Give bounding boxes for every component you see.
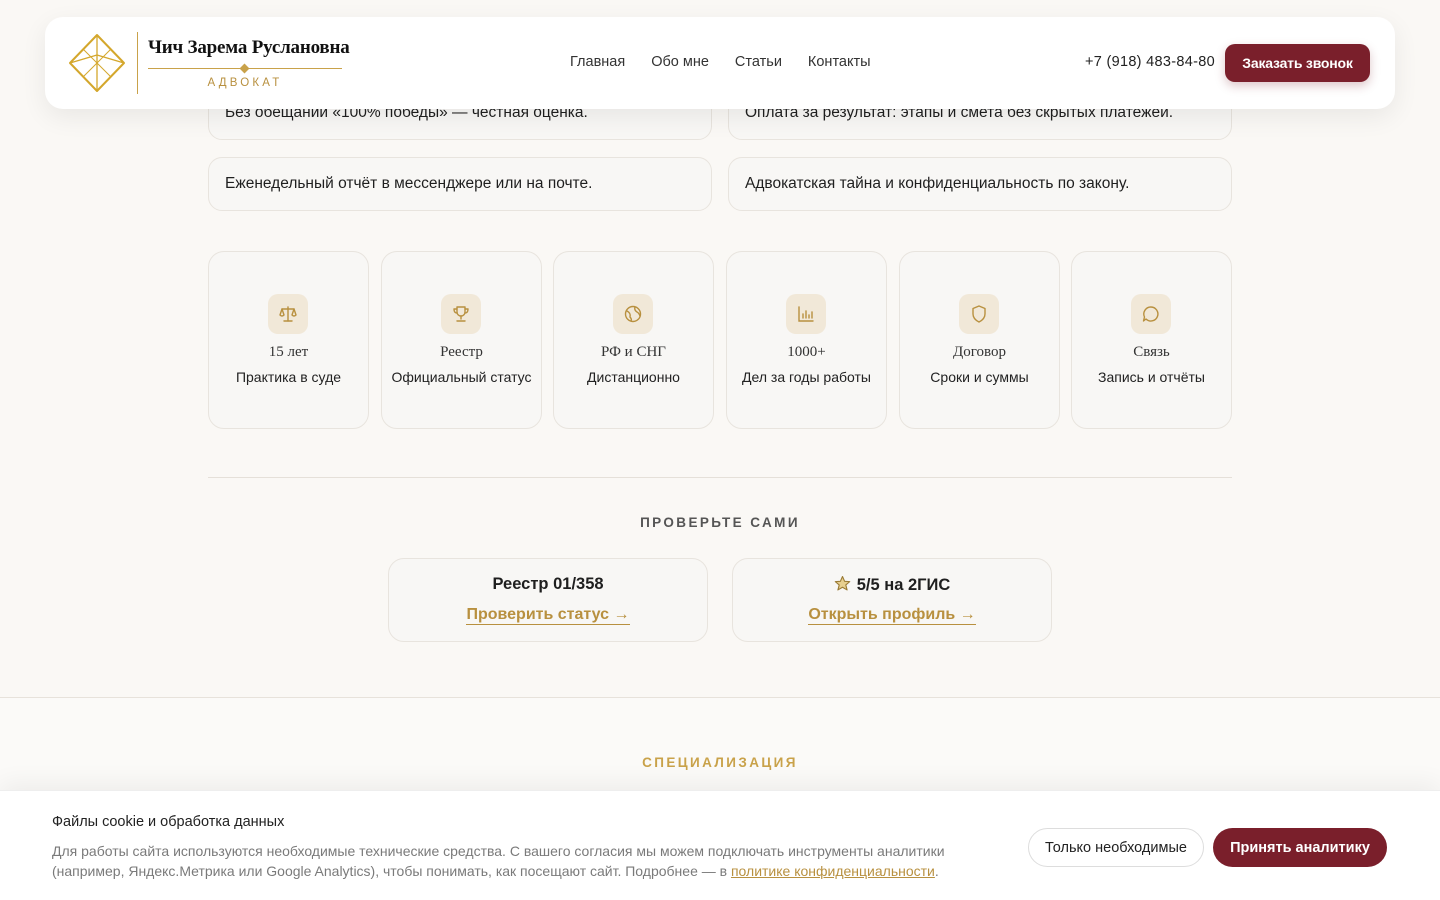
trophy-icon xyxy=(441,294,481,334)
open-profile-link[interactable]: Открыть профиль → xyxy=(733,606,1051,625)
nav-item-about[interactable]: Обо мне xyxy=(651,54,709,70)
stat-card: РФ и СНГ Дистанционно xyxy=(553,251,714,429)
chat-icon xyxy=(1131,294,1171,334)
stat-card: Реестр Официальный статус xyxy=(381,251,542,429)
specialization-label: СПЕЦИАЛИЗАЦИЯ xyxy=(642,755,798,770)
rating-title: 5/5 на 2ГИС xyxy=(856,576,951,594)
globe-icon xyxy=(613,294,653,334)
brand-name[interactable]: Чич Зарема Руслановна xyxy=(148,37,350,59)
only-necessary-button[interactable]: Только необходимые xyxy=(1028,828,1204,867)
stat-title: 15 лет xyxy=(268,344,309,360)
phone-link[interactable]: +7 (918) 483-84-80 xyxy=(1085,54,1215,70)
stat-subtitle: Дистанционно xyxy=(587,369,680,385)
stat-title: Реестр xyxy=(440,344,483,360)
stat-subtitle: Сроки и суммы xyxy=(930,369,1029,385)
chart-icon xyxy=(786,294,826,334)
brand-subtitle: АДВОКАТ xyxy=(207,77,283,89)
cookie-banner: Файлы cookie и обработка данных Для рабо… xyxy=(0,790,1440,900)
stat-title: РФ и СНГ xyxy=(601,344,666,360)
section-divider xyxy=(208,477,1232,478)
open-profile-link-text[interactable]: Открыть профиль → xyxy=(808,606,976,625)
feature-text: Еженедельный отчёт в мессенджере или на … xyxy=(225,175,593,192)
brand-divider xyxy=(137,32,138,94)
stat-card: Связь Запись и отчёты xyxy=(1071,251,1232,429)
stat-title: 1000+ xyxy=(787,344,826,360)
cookie-title: Файлы cookie и обработка данных xyxy=(52,814,285,830)
star-icon xyxy=(834,575,850,591)
cookie-text-end: . xyxy=(934,863,939,879)
nav-item-home[interactable]: Главная xyxy=(570,54,625,70)
check-status-link-text[interactable]: Проверить статус → xyxy=(466,606,630,625)
stat-card: 15 лет Практика в суде xyxy=(208,251,369,429)
stat-title: Связь xyxy=(1133,344,1170,360)
main-nav: Главная Обо мне Статьи Контакты xyxy=(570,54,897,70)
order-call-button[interactable]: Заказать звонок xyxy=(1225,44,1370,82)
stat-subtitle: Дел за годы работы xyxy=(742,369,871,385)
check-heading: ПРОВЕРЬТЕ САМИ xyxy=(640,515,800,530)
diamond-logo-icon[interactable] xyxy=(67,33,127,93)
stat-subtitle: Официальный статус xyxy=(391,369,532,385)
stat-title: Договор xyxy=(953,344,1006,360)
feature-text: Адвокатская тайна и конфиденциальность п… xyxy=(745,175,1130,192)
shield-icon xyxy=(959,294,999,334)
rating-title-wrap: 5/5 на 2ГИС xyxy=(733,575,1051,595)
scales-icon xyxy=(268,294,308,334)
nav-item-contacts[interactable]: Контакты xyxy=(808,54,871,70)
feature-pill: Адвокатская тайна и конфиденциальность п… xyxy=(728,157,1232,211)
rating-card: 5/5 на 2ГИС Открыть профиль → xyxy=(732,558,1052,642)
site-header: Чич Зарема Руслановна АДВОКАТ Главная Об… xyxy=(45,17,1395,109)
cookie-description: Для работы сайта используются необходимы… xyxy=(52,841,982,881)
brand-diamond-icon xyxy=(239,63,250,74)
registry-title: Реестр 01/358 xyxy=(492,575,604,593)
accept-analytics-button[interactable]: Принять аналитику xyxy=(1213,828,1387,867)
registry-card: Реестр 01/358 Проверить статус → xyxy=(388,558,708,642)
check-status-link[interactable]: Проверить статус → xyxy=(389,606,707,625)
feature-pill: Еженедельный отчёт в мессенджере или на … xyxy=(208,157,712,211)
stat-subtitle: Практика в суде xyxy=(235,369,342,385)
stat-subtitle: Запись и отчёты xyxy=(1098,369,1205,385)
stat-card: 1000+ Дел за годы работы xyxy=(726,251,887,429)
nav-item-articles[interactable]: Статьи xyxy=(735,54,782,70)
stat-card: Договор Сроки и суммы xyxy=(899,251,1060,429)
privacy-policy-link[interactable]: политике конфиденциальности xyxy=(731,863,935,879)
